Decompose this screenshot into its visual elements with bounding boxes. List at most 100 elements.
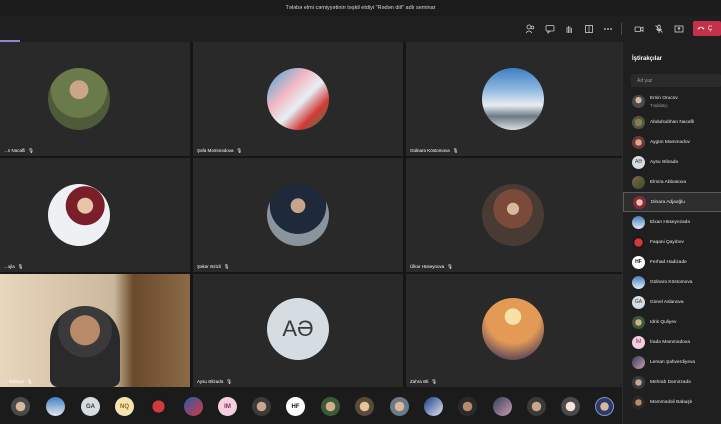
participant-item[interactable]: Elmira Abbasova	[623, 172, 721, 192]
participant-item[interactable]: Idris Quliyev	[623, 312, 721, 332]
participant-name: Idris Quliyev	[650, 319, 677, 325]
rooms-icon[interactable]	[581, 21, 597, 37]
participant-item[interactable]: Leman Şahverdiyeva	[623, 352, 721, 372]
participant-avatar	[632, 355, 645, 369]
participant-avatar: AƏ	[632, 155, 645, 169]
strip-avatar[interactable]: GA	[81, 397, 100, 416]
video-tile[interactable]: AƏ Aysu Əlizadə 🎙	[193, 274, 403, 387]
mic-muted-icon: 🎙	[447, 264, 453, 269]
strip-avatar[interactable]	[424, 397, 443, 416]
mic-muted-icon: 🎙	[226, 379, 233, 384]
phone-icon	[697, 25, 705, 32]
leave-button[interactable]: Ç	[693, 21, 721, 36]
meeting-toolbar: Ç	[0, 16, 721, 42]
share-icon[interactable]	[671, 21, 687, 37]
video-tile[interactable]: Zəhra Əli 🎙	[406, 274, 622, 387]
mic-muted-icon: 🎙	[28, 148, 34, 153]
participants-panel: İştirakçılar Ad yaz Emin Orucov Təşkilat…	[622, 42, 721, 424]
participant-avatar	[632, 215, 645, 229]
chat-icon[interactable]	[542, 21, 558, 37]
participant-photo	[482, 68, 544, 130]
strip-avatar[interactable]: NQ	[115, 397, 134, 416]
participant-item[interactable]: Emin Orucov Təşkilatçı	[623, 92, 721, 112]
participant-role: Təşkilatçı	[650, 103, 668, 108]
tile-name-label: ...ojla 🎙	[4, 264, 24, 269]
video-tile[interactable]: Gülnarə Köstomova 🎙	[406, 42, 622, 156]
strip-avatar[interactable]	[355, 397, 374, 416]
participant-name: Abdulsubhan Nacafli	[650, 119, 695, 125]
strip-avatar[interactable]: HF	[286, 397, 305, 416]
participant-photo	[482, 298, 544, 360]
mic-muted-icon: 🎙	[452, 148, 459, 153]
participant-avatar	[632, 275, 645, 289]
participant-name: Məmmədəli Babaşlı	[650, 399, 693, 405]
tile-name-label: ...n Nəcəfli 🎙	[4, 148, 34, 153]
participant-avatar	[632, 375, 645, 389]
participant-photo	[48, 68, 110, 130]
participant-item[interactable]: Aygün Məmmədov	[623, 132, 721, 152]
leave-label: Ç	[708, 25, 713, 32]
strip-avatar[interactable]	[458, 397, 477, 416]
video-grid: ...n Nəcəfli 🎙 Şəfa Məmmədova 🎙 Gülnarə Kö…	[0, 42, 622, 387]
participant-photo	[267, 184, 329, 246]
participant-avatar: İM	[632, 335, 645, 349]
strip-avatar[interactable]	[390, 397, 409, 416]
people-icon[interactable]	[522, 21, 538, 37]
participant-avatar	[633, 195, 646, 209]
video-tile-camera[interactable]: ... Babaşlı 🎙	[0, 274, 190, 387]
participant-name: Gülnarə Köstomova	[650, 279, 693, 285]
strip-avatar[interactable]	[252, 397, 271, 416]
more-icon[interactable]	[600, 21, 616, 37]
participant-name: Elmira Abbasova	[650, 179, 686, 185]
participant-name: Emin Orucov	[650, 96, 678, 101]
participant-item[interactable]: Gülnarə Köstomova	[623, 272, 721, 292]
video-tile[interactable]: Şəkər Əzizli 🎙	[193, 158, 403, 272]
tile-name-label: Gülnarə Köstomova 🎙	[410, 148, 459, 153]
video-tile[interactable]: ...n Nəcəfli 🎙	[0, 42, 190, 156]
strip-avatar[interactable]	[527, 397, 546, 416]
mic-muted-icon: 🎙	[17, 264, 24, 269]
participant-avatar	[632, 135, 645, 149]
strip-avatar[interactable]	[561, 397, 580, 416]
strip-avatar[interactable]	[595, 397, 614, 416]
participant-search-input[interactable]: Ad yaz	[631, 74, 721, 87]
participant-item-selected[interactable]: Dinara Adjaoğlu	[623, 192, 721, 212]
participant-item[interactable]: GA Günel Aslanova	[623, 292, 721, 312]
strip-avatar[interactable]: IM	[218, 397, 237, 416]
mic-muted-icon: 🎙	[431, 379, 438, 384]
video-tile[interactable]: Ülkər Hüseynova 🎙	[406, 158, 622, 272]
view-tab[interactable]	[0, 16, 20, 42]
participant-name: Aygün Məmmədov	[650, 139, 690, 145]
camera-icon[interactable]	[631, 21, 647, 37]
mic-icon[interactable]	[651, 21, 667, 37]
video-tile[interactable]: ...ojla 🎙	[0, 158, 190, 272]
window-title: Tələbə elmi cəmiyyətinin təşkil etdiyi "…	[285, 5, 436, 11]
participant-avatar	[632, 235, 645, 249]
raise-hand-icon[interactable]	[561, 21, 577, 37]
participant-name: Leman Şahverdiyeva	[650, 359, 696, 365]
strip-avatar[interactable]	[11, 397, 30, 416]
participant-item[interactable]: İM İradə Məmmədova	[623, 332, 721, 352]
strip-avatar[interactable]	[149, 397, 168, 416]
strip-avatar[interactable]	[184, 397, 203, 416]
initials-avatar: AƏ	[267, 298, 329, 360]
participant-item[interactable]: Faqani Qayıbov	[623, 232, 721, 252]
participant-item[interactable]: Elxan Hüseynzadə	[623, 212, 721, 232]
participant-item[interactable]: Mehrab Dəmirzadə	[623, 372, 721, 392]
strip-avatar[interactable]	[46, 397, 65, 416]
participant-item[interactable]: AƏ Aysu Əlizadə	[623, 152, 721, 172]
participant-avatar: HF	[632, 255, 645, 269]
participant-item[interactable]: HF Ferhad Hadizade	[623, 252, 721, 272]
participant-photo	[482, 184, 544, 246]
strip-avatar[interactable]	[321, 397, 340, 416]
participant-name: Faqani Qayıbov	[650, 239, 684, 245]
strip-avatar[interactable]	[493, 397, 512, 416]
participant-avatar	[632, 115, 645, 129]
participant-item[interactable]: Məmmədəli Babaşlı	[623, 392, 721, 412]
window-title-bar: Tələbə elmi cəmiyyətinin təşkil etdiyi "…	[0, 0, 721, 16]
participant-avatar	[632, 175, 645, 189]
participant-item[interactable]: Abdulsubhan Nacafli	[623, 112, 721, 132]
video-tile[interactable]: Şəfa Məmmədova 🎙	[193, 42, 403, 156]
mic-muted-icon: 🎙	[27, 379, 33, 384]
mic-muted-icon: 🎙	[223, 264, 230, 269]
